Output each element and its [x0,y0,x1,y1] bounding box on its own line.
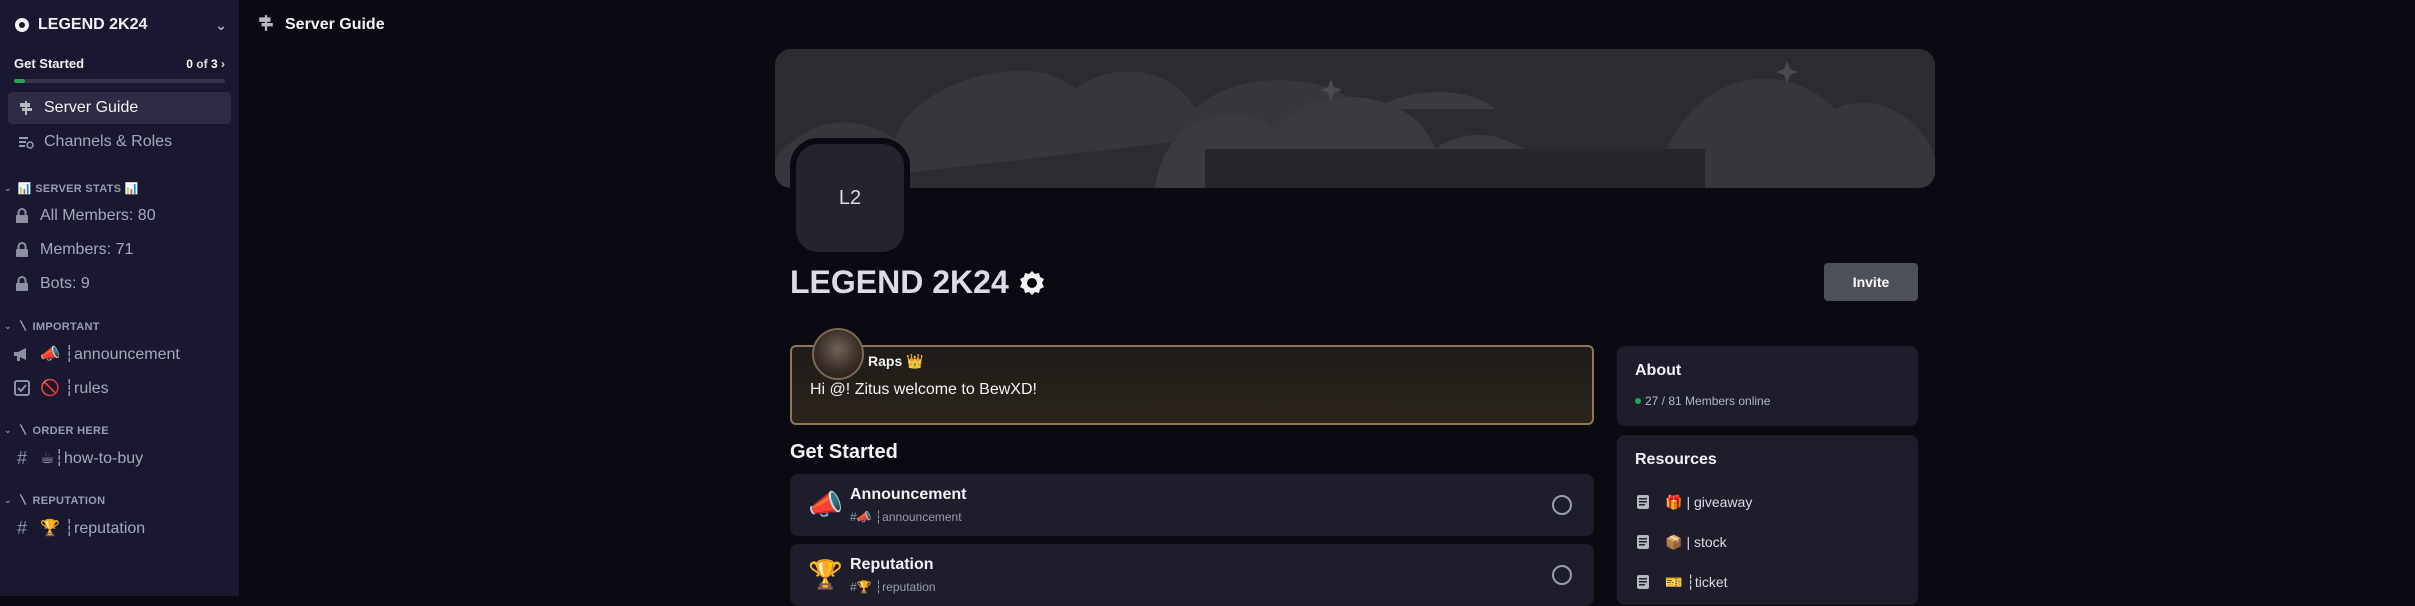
server-title: LEGEND 2K24 [790,264,1045,301]
resource-label: | stock [1686,534,1727,550]
category-important[interactable]: ⌄ 〵 IMPORTANT [0,316,239,336]
community-badge-icon [15,18,29,32]
invite-button[interactable]: Invite [1824,263,1918,301]
get-started-heading: Get Started [790,441,898,463]
package-icon: 📦 [1665,533,1683,550]
get-started-progress[interactable]: Get Started 0 of 3 › [0,50,239,92]
channel-label: ☕┆how-to-buy [40,450,144,467]
cloud-banner-image [775,49,1935,188]
resource-label: | giveaway [1686,494,1753,510]
about-panel: About 27 / 81 Members online [1617,346,1918,426]
channel-label: 📣 ┆announcement [40,346,180,363]
nav-label: Server Guide [44,99,139,116]
community-badge-icon [1019,270,1044,295]
signpost-icon [257,14,275,37]
online-dot-icon [1635,398,1641,404]
resource-giveaway[interactable]: 🎁 | giveaway [1635,491,1752,513]
channel-sidebar: LEGEND 2K24 ⌄ Get Started 0 of 3 › Serve… [0,0,239,596]
channel-how-to-buy[interactable]: # ☕┆how-to-buy [8,442,231,474]
task-announcement[interactable]: 📣 Announcement #📣 ┆announcement [790,474,1594,536]
hash-icon: # [16,517,27,538]
channel-members[interactable]: Members: 71 [8,234,231,266]
nav-server-guide[interactable]: Server Guide [8,92,231,124]
channel-bots[interactable]: Bots: 9 [8,268,231,300]
rules-icon [12,378,32,398]
channel-label: All Members: 80 [40,207,156,224]
lock-icon [12,206,32,226]
caret-down-icon: ⌄ [4,320,12,331]
top-bar: Server Guide [239,0,2415,50]
welcome-message-card: Raps 👑 Hi @! Zitus welcome to BewXD! [790,328,1594,425]
trophy-icon: 🏆 [808,559,843,590]
channel-label: Members: 71 [40,241,134,258]
document-icon [1637,575,1649,589]
server-header[interactable]: LEGEND 2K24 ⌄ [0,0,239,50]
task-complete-radio[interactable] [1552,495,1572,515]
get-started-label: Get Started [14,56,85,71]
channel-label: 🏆 ┆reputation [40,520,146,537]
page-title: Server Guide [285,16,385,33]
avatar[interactable] [812,328,864,380]
lock-icon [12,240,32,260]
lock-icon [12,274,32,294]
task-channel: #📣 ┆announcement [850,510,962,524]
resource-label: ┆ticket [1686,573,1728,590]
channels-roles-icon [16,132,36,152]
task-title: Announcement [850,486,967,503]
resource-ticket[interactable]: 🎫 ┆ticket [1635,571,1728,593]
caret-down-icon: ⌄ [4,494,12,505]
chevron-down-icon[interactable]: ⌄ [215,17,227,34]
nav-channels-roles[interactable]: Channels & Roles [8,126,231,158]
signpost-icon [16,98,36,118]
server-name: LEGEND 2K24 [38,16,148,33]
category-order-here[interactable]: ⌄ 〵 ORDER HERE [0,420,239,440]
server-title-text: LEGEND 2K24 [790,264,1009,300]
category-server-stats[interactable]: ⌄ 📊 SERVER STATS 📊 [0,178,239,198]
resources-title: Resources [1635,451,1717,468]
document-icon [1637,495,1649,509]
category-label: 📊 SERVER STATS 📊 [17,182,139,195]
ticket-icon: 🎫 [1665,573,1683,590]
resource-stock[interactable]: 📦 | stock [1635,531,1727,553]
channel-all-members[interactable]: All Members: 80 [8,200,231,232]
channel-rules[interactable]: 🚫 ┆rules [8,372,231,404]
members-online: 27 / 81 Members online [1635,394,1770,408]
caret-down-icon: ⌄ [4,424,12,435]
members-online-text: 27 / 81 Members online [1645,394,1771,408]
server-icon: L2 [790,138,910,258]
task-reputation[interactable]: 🏆 Reputation #🏆 ┆reputation [790,544,1594,606]
channel-label: 🚫 ┆rules [40,380,109,397]
caret-down-icon: ⌄ [4,182,12,193]
channel-reputation[interactable]: # 🏆 ┆reputation [8,512,231,544]
category-label: 〵 REPUTATION [17,495,106,507]
category-reputation[interactable]: ⌄ 〵 REPUTATION [0,490,239,510]
get-started-count: 0 of 3 › [186,56,225,71]
welcome-message: Hi @! Zitus welcome to BewXD! [810,381,1037,398]
gift-icon: 🎁 [1665,493,1683,510]
progress-bar [14,79,225,83]
channel-label: Bots: 9 [40,275,90,292]
category-label: 〵 IMPORTANT [17,321,100,333]
megaphone-icon [12,344,32,364]
task-title: Reputation [850,556,934,573]
document-icon [1637,535,1649,549]
server-icon-initials: L2 [838,186,862,209]
channel-announcement[interactable]: 📣 ┆announcement [8,338,231,370]
resources-panel: Resources 🎁 | giveaway 📦 | stock 🎫 ┆tick… [1617,435,1918,605]
task-complete-radio[interactable] [1552,565,1572,585]
category-label: 〵 ORDER HERE [17,425,109,437]
hash-icon: # [16,447,27,468]
megaphone-icon: 📣 [808,489,843,520]
server-banner [775,49,1935,188]
message-author[interactable]: Raps 👑 [868,353,924,370]
task-channel: #🏆 ┆reputation [850,580,936,594]
progress-fill [14,79,25,83]
about-title: About [1635,362,1682,379]
nav-label: Channels & Roles [44,133,173,150]
